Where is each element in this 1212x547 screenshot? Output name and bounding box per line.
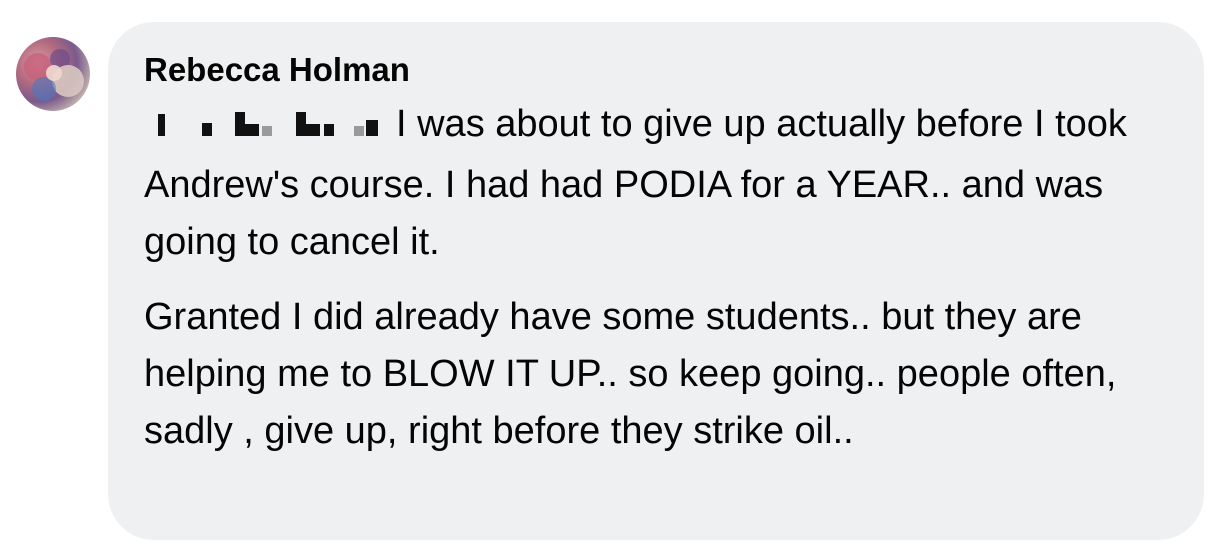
- redacted-mention: [144, 100, 388, 157]
- comment-body: I was about to give up actually before I…: [144, 96, 1168, 460]
- comment: Rebecca Holman I was about to give up ac…: [0, 0, 1212, 547]
- avatar[interactable]: [16, 37, 90, 111]
- comment-paragraph-2: Granted I did already have some students…: [144, 296, 1117, 452]
- comment-paragraph-1: I was about to give up actually before I…: [144, 96, 1168, 271]
- comment-bubble: Rebecca Holman I was about to give up ac…: [108, 22, 1204, 540]
- comment-author[interactable]: Rebecca Holman: [144, 50, 1168, 90]
